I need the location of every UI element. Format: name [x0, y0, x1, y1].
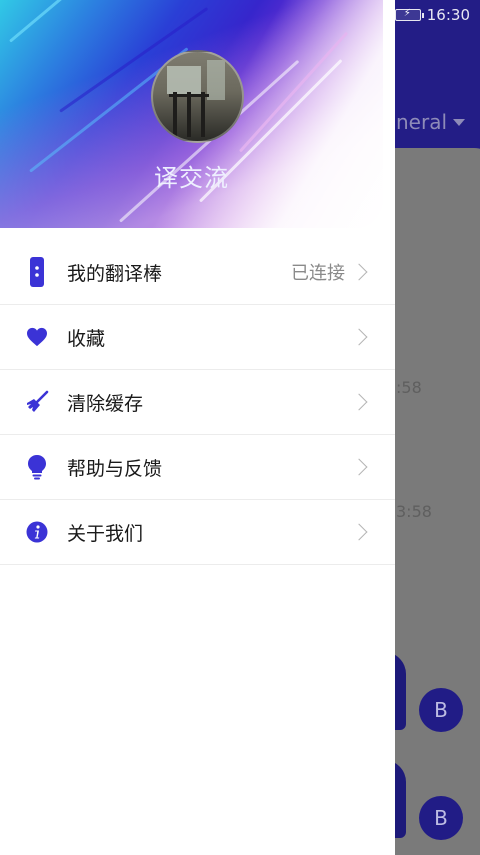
avatar: B [419, 796, 463, 840]
avatar: B [419, 688, 463, 732]
drawer-header: 译交流 [0, 0, 383, 228]
broom-icon [25, 390, 49, 414]
menu-item-translator[interactable]: 我的翻译棒 已连接 [0, 240, 395, 305]
navigation-drawer: 译交流 我的翻译棒 已连接 收藏 清除缓存 帮助与反馈 关于我们 [0, 0, 395, 855]
translator-device-icon [25, 257, 49, 287]
language-selector[interactable]: neral [396, 110, 466, 134]
chevron-right-icon [350, 523, 368, 541]
user-avatar[interactable] [151, 50, 244, 143]
connection-status: 已连接 [291, 263, 345, 284]
chevron-right-icon [350, 263, 368, 281]
menu-item-label: 我的翻译棒 [67, 262, 163, 285]
menu-item-clear-cache[interactable]: 清除缓存 [0, 370, 395, 435]
message-timestamp: :58 [396, 378, 422, 397]
drawer-menu: 我的翻译棒 已连接 收藏 清除缓存 帮助与反馈 关于我们 [0, 240, 395, 565]
status-bar: ⚡ 16:30 [394, 6, 470, 24]
language-selector-label: neral [396, 110, 448, 134]
app-name: 译交流 [154, 164, 229, 192]
message-timestamp: 3:58 [396, 502, 432, 521]
menu-item-about[interactable]: 关于我们 [0, 500, 395, 565]
menu-item-label: 帮助与反馈 [67, 457, 163, 480]
brush-stroke [9, 0, 134, 43]
battery-charging-icon: ⚡ [394, 8, 424, 21]
chevron-right-icon [350, 458, 368, 476]
status-time: 16:30 [426, 6, 470, 24]
caret-down-icon [453, 118, 466, 126]
menu-item-label: 清除缓存 [67, 392, 144, 415]
chevron-right-icon [350, 328, 368, 346]
chevron-right-icon [350, 393, 368, 411]
brush-stroke [238, 31, 349, 153]
heart-icon [25, 325, 49, 349]
menu-item-favorites[interactable]: 收藏 [0, 305, 395, 370]
menu-item-label: 关于我们 [67, 522, 144, 545]
lightbulb-icon [25, 455, 49, 480]
menu-item-help-feedback[interactable]: 帮助与反馈 [0, 435, 395, 500]
menu-item-label: 收藏 [67, 327, 106, 350]
info-icon [25, 520, 49, 544]
